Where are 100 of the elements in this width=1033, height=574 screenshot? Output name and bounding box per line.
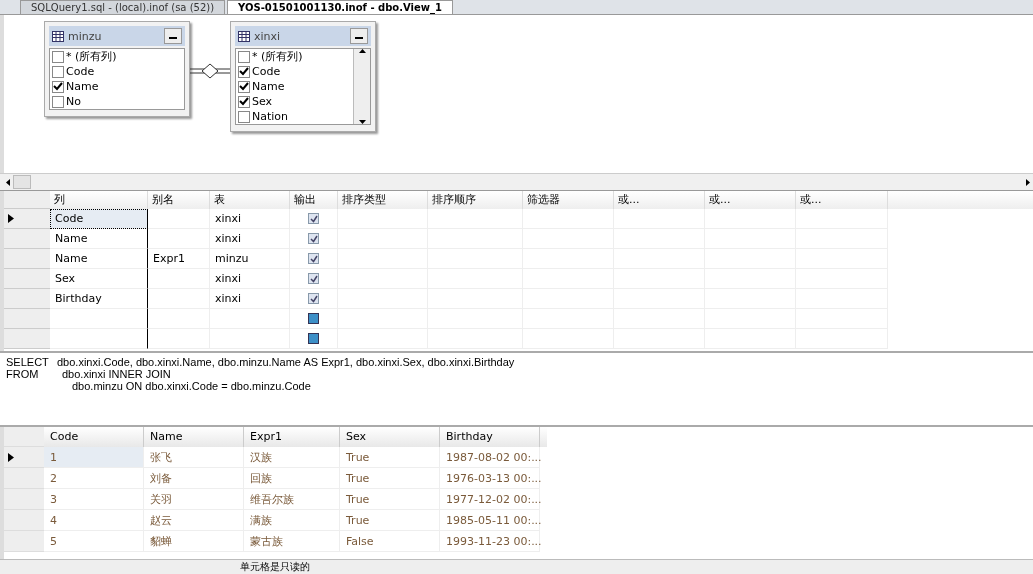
sql-text: dbo.minzu ON dbo.xinxi.Code = dbo.minzu.Code (71, 380, 311, 392)
scroll-left-icon[interactable] (6, 178, 10, 186)
horizontal-scrollbar[interactable] (0, 173, 1033, 191)
column-label: Code (66, 65, 95, 78)
table-name: xinxi (254, 29, 282, 43)
column-header[interactable]: Birthday (440, 427, 540, 447)
column-header[interactable]: 或... (796, 191, 888, 209)
output-checkbox[interactable] (308, 313, 319, 324)
table-cell[interactable]: Sex (50, 269, 148, 289)
sql-text: dbo.xinxi.Code, dbo.xinxi.Name, dbo.minzu.Name AS Expr1, dbo.xinxi.Sex, dbo.xinxi.Birthday (57, 356, 515, 368)
table-cell: False (340, 531, 440, 552)
table-cell[interactable] (50, 309, 148, 329)
column-checkbox[interactable] (52, 95, 64, 108)
column-checkbox[interactable] (238, 65, 250, 78)
row-header[interactable] (4, 209, 50, 229)
table-cell: 蒙古族 (244, 531, 340, 552)
scrollbar[interactable] (353, 49, 370, 124)
table-window[interactable]: minzu * (所有列) Code Name No (44, 21, 190, 117)
table-cell: 汉族 (244, 447, 340, 468)
column-checkbox[interactable] (52, 50, 64, 63)
scroll-right-icon[interactable] (1026, 178, 1030, 186)
table-window[interactable]: xinxi * (所有列) Code Name Sex Nation (230, 21, 376, 132)
table-cell: 满族 (244, 510, 340, 531)
table-cell[interactable] (50, 329, 148, 349)
output-checkbox[interactable] (308, 213, 319, 224)
output-checkbox[interactable] (308, 273, 319, 284)
column-header[interactable]: 别名 (148, 191, 210, 209)
column-header[interactable]: Name (144, 427, 244, 447)
table-cell[interactable]: xinxi (210, 209, 290, 229)
table-cell: 维吾尔族 (244, 489, 340, 510)
table-cell: 1993-11-23 00:... (440, 531, 540, 552)
table-cell[interactable]: Name (50, 249, 148, 269)
minimize-icon (355, 37, 363, 40)
column-label: No (66, 95, 81, 108)
table-cell[interactable]: xinxi (210, 269, 290, 289)
table-cell[interactable]: xinxi (210, 289, 290, 309)
scroll-thumb[interactable] (13, 175, 31, 189)
table-icon (238, 30, 250, 42)
table-cell: 3 (44, 489, 144, 510)
column-checkbox[interactable] (238, 50, 250, 63)
column-header[interactable]: 或... (614, 191, 705, 209)
table-cell: 5 (44, 531, 144, 552)
table-cell: 4 (44, 510, 144, 531)
output-checkbox[interactable] (308, 293, 319, 304)
table-cell[interactable]: Code (50, 209, 148, 229)
row-header[interactable] (4, 447, 44, 468)
table-cell: True (340, 489, 440, 510)
document-tab[interactable]: YOS-01501001130.inof - dbo.View_1 (227, 0, 453, 14)
scroll-down-icon[interactable] (358, 120, 366, 124)
sql-editor[interactable]: SELECT dbo.xinxi.Code, dbo.xinxi.Name, dbo.minzu.Name AS Expr1, dbo.xinxi.Sex, dbo.xinxi.Birthday FROM dbo.xinxi INNER JOIN dbo.minzu ON dbo.xinxi.Code = dbo.minzu.Code (0, 351, 1033, 427)
minimize-button[interactable] (164, 28, 182, 44)
column-header[interactable]: Expr1 (244, 427, 340, 447)
column-label: Code (252, 65, 281, 78)
table-name: minzu (68, 29, 103, 43)
column-header[interactable]: 输出 (290, 191, 338, 209)
table-cell: 1 (44, 447, 144, 468)
column-label: * (所有列) (252, 49, 303, 64)
column-header[interactable]: 排序顺序 (428, 191, 523, 209)
minimize-button[interactable] (350, 28, 368, 44)
column-checkbox[interactable] (238, 80, 250, 93)
table-cell: 赵云 (144, 510, 244, 531)
table-cell: 貂蝉 (144, 531, 244, 552)
column-checkbox[interactable] (238, 95, 250, 108)
column-header[interactable]: Sex (340, 427, 440, 447)
table-cell[interactable]: xinxi (210, 229, 290, 249)
output-checkbox[interactable] (308, 333, 319, 344)
output-checkbox[interactable] (308, 233, 319, 244)
join-line (190, 61, 230, 81)
table-cell: True (340, 447, 440, 468)
scroll-up-icon[interactable] (358, 49, 366, 53)
document-tab[interactable]: SQLQuery1.sql - (local).inof (sa (52)) (20, 0, 226, 14)
table-cell: 张飞 (144, 447, 244, 468)
column-header[interactable]: 或... (705, 191, 796, 209)
table-cell: 1977-12-02 00:... (440, 489, 540, 510)
table-icon (52, 30, 64, 42)
sql-keyword: SELECT (6, 356, 50, 368)
table-cell: 2 (44, 468, 144, 489)
column-header[interactable]: 表 (210, 191, 290, 209)
table-cell: 回族 (244, 468, 340, 489)
table-cell: 1987-08-02 00:... (440, 447, 540, 468)
sql-text: dbo.xinxi INNER JOIN (61, 368, 171, 380)
table-cell[interactable]: Birthday (50, 289, 148, 309)
column-header[interactable]: 筛选器 (523, 191, 614, 209)
table-cell: 关羽 (144, 489, 244, 510)
table-cell[interactable]: Name (50, 229, 148, 249)
table-cell[interactable]: Expr1 (148, 249, 210, 269)
table-cell: True (340, 510, 440, 531)
status-message: 单元格是只读的 (240, 561, 310, 572)
output-checkbox[interactable] (308, 253, 319, 264)
current-row-icon (8, 214, 14, 223)
column-checkbox[interactable] (52, 80, 64, 93)
column-checkbox[interactable] (52, 65, 64, 78)
table-cell: 1976-03-13 00:... (440, 468, 540, 489)
table-cell: 1985-05-11 00:... (440, 510, 540, 531)
table-cell[interactable]: minzu (210, 249, 290, 269)
minimize-icon (169, 37, 177, 40)
table-cell: 刘备 (144, 468, 244, 489)
column-label: Sex (252, 95, 273, 108)
column-header[interactable]: 排序类型 (338, 191, 428, 209)
column-checkbox[interactable] (238, 110, 250, 123)
